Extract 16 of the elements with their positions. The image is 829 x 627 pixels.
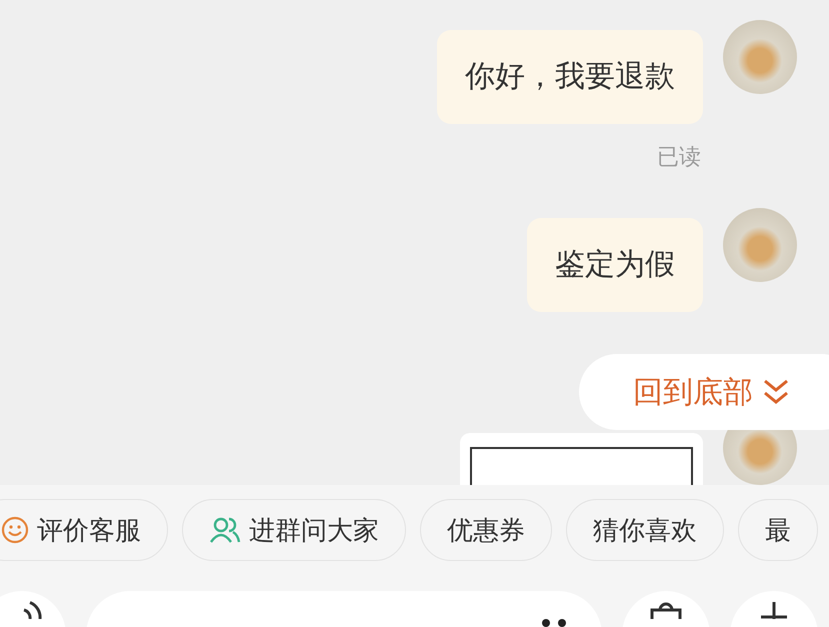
read-status: 已读 <box>657 144 701 172</box>
double-chevron-icon <box>763 378 789 406</box>
message-bubble: 鉴定为假 <box>527 218 703 312</box>
voice-icon <box>22 601 42 619</box>
back-to-bottom-button[interactable]: 回到底部 <box>579 354 829 430</box>
plus-icon <box>761 601 787 619</box>
quick-action-chip[interactable]: 进群问大家 <box>182 499 406 561</box>
message-bubble: 你好，我要退款 <box>437 30 703 124</box>
people-icon <box>209 516 241 544</box>
quick-action-chip[interactable]: 优惠券 <box>420 499 552 561</box>
quick-action-chip[interactable]: 评价客服 <box>0 499 168 561</box>
image-message[interactable] <box>460 433 703 485</box>
quick-action-chip[interactable]: 猜你喜欢 <box>566 499 724 561</box>
smiley-icon <box>1 516 29 544</box>
bag-icon <box>650 601 682 619</box>
quick-action-chip[interactable]: 最 <box>738 499 818 561</box>
